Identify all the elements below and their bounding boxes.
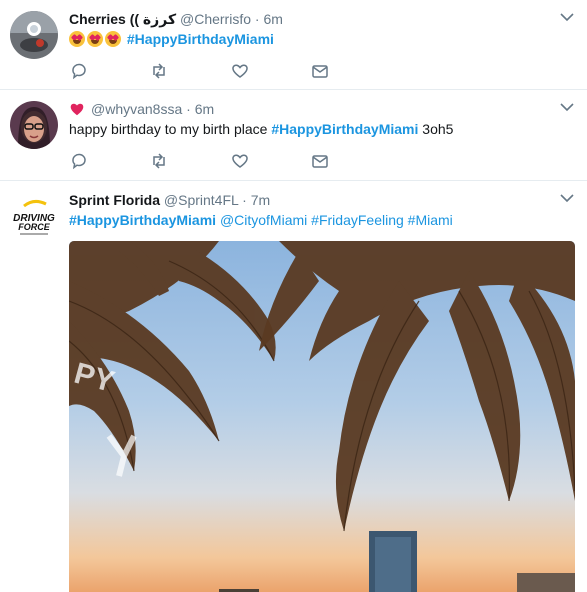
tweet-text: happy birthday to my birth place #HappyB… <box>69 120 567 139</box>
tweet-header: Sprint Florida @Sprint4FL · 7m <box>69 191 547 209</box>
display-name[interactable]: Sprint Florida <box>69 192 160 208</box>
tweet-header: @whyvan8ssa · 6m <box>69 100 547 118</box>
user-handle[interactable]: @Sprint4FL <box>164 192 238 208</box>
timestamp[interactable]: 6m <box>263 11 282 27</box>
user-handle[interactable]: @Cherrisfo <box>180 11 251 27</box>
driving-force-logo: DRIVING FORCE <box>10 194 58 242</box>
hashtag-link[interactable]: #HappyBirthdayMiami <box>127 31 274 47</box>
hashtag-link[interactable]: #HappyBirthdayMiami <box>69 212 216 228</box>
heart-eyes-emoji-icon <box>87 31 103 47</box>
tweet-sprint-florida[interactable]: DRIVING FORCE Sprint Florida @Sprint4FL … <box>0 181 587 592</box>
tweet-actions <box>69 61 349 81</box>
hashtag-link[interactable]: #HappyBirthdayMiami <box>271 121 418 137</box>
heart-icon[interactable] <box>230 151 250 171</box>
display-name[interactable]: Cherries (( <box>69 11 139 27</box>
avatar[interactable] <box>10 101 58 149</box>
tweet-text-before: happy birthday to my birth place <box>69 121 272 137</box>
chevron-down-icon[interactable] <box>560 193 574 203</box>
reply-icon[interactable] <box>69 61 89 81</box>
envelope-icon[interactable] <box>310 61 330 81</box>
tweet-cherries[interactable]: Cherries (( كرزة @Cherrisfo · 6m #HappyB… <box>0 0 587 90</box>
tweet-text: #HappyBirthdayMiami @CityofMiami #Friday… <box>69 211 567 230</box>
tweet-actions <box>69 151 349 171</box>
heart-icon[interactable] <box>230 61 250 81</box>
svg-text:FORCE: FORCE <box>18 222 50 232</box>
tweet-text-after: 3oh5 <box>418 121 454 137</box>
heart-emoji-icon <box>70 103 84 116</box>
tweet-text: #HappyBirthdayMiami <box>69 30 567 49</box>
avatar[interactable] <box>10 11 58 59</box>
mention-link[interactable]: @CityofMiami <box>220 212 307 228</box>
user-handle[interactable]: @whyvan8ssa <box>91 101 182 117</box>
separator: · <box>186 101 191 117</box>
envelope-icon[interactable] <box>310 151 330 171</box>
timeline-feed: Cherries (( كرزة @Cherrisfo · 6m #HappyB… <box>0 0 587 592</box>
heart-eyes-emoji-icon <box>105 31 121 47</box>
separator: · <box>254 11 260 27</box>
tweet-whyvan8ssa[interactable]: @whyvan8ssa · 6m happy birthday to my bi… <box>0 90 587 181</box>
retweet-icon[interactable] <box>149 151 169 171</box>
hashtag-link-friday[interactable]: #FridayFeeling <box>311 212 404 228</box>
retweet-icon[interactable] <box>149 61 169 81</box>
avatar[interactable]: DRIVING FORCE <box>10 194 58 242</box>
display-name-rtl[interactable]: كرزة <box>143 11 176 27</box>
hashtag-link-miami[interactable]: #Miami <box>408 212 453 228</box>
tweet-header: Cherries (( كرزة @Cherrisfo · 6m <box>69 10 547 28</box>
reply-icon[interactable] <box>69 151 89 171</box>
heart-eyes-emoji-icon <box>69 31 85 47</box>
chevron-down-icon[interactable] <box>560 12 574 22</box>
timestamp[interactable]: 6m <box>195 101 214 117</box>
chevron-down-icon[interactable] <box>560 102 574 112</box>
timestamp[interactable]: 7m <box>251 192 270 208</box>
tweet-media-image[interactable]: PY <box>69 241 575 592</box>
separator: · <box>242 192 247 208</box>
